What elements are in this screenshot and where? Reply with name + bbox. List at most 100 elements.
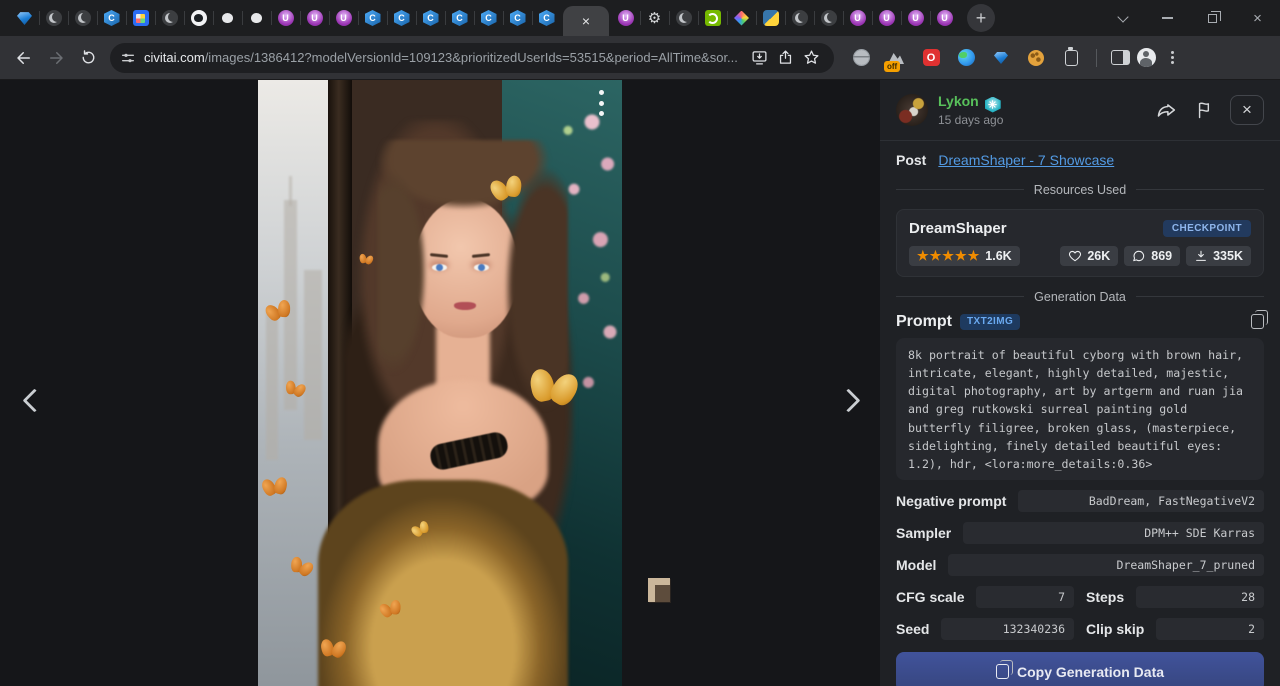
gear-favicon-tab[interactable]: ⚙ [640, 4, 669, 32]
sampler-row: Sampler DPM++ SDE Karras [896, 522, 1264, 544]
heart-icon [1068, 249, 1082, 263]
globe-icon [853, 49, 870, 66]
forward-button[interactable] [40, 42, 72, 74]
share-page-button[interactable] [772, 45, 798, 71]
prompt-text[interactable]: 8k portrait of beautiful cyborg with bro… [896, 338, 1264, 480]
address-bar[interactable]: civitai.com/images/1386412?modelVersionI… [110, 43, 834, 73]
minimize-button[interactable] [1145, 0, 1190, 36]
bookmark-button[interactable] [798, 45, 824, 71]
red-o-icon [923, 49, 940, 66]
report-button[interactable] [1192, 97, 1218, 123]
copy-prompt-icon[interactable] [1251, 314, 1264, 329]
new-tab-button[interactable]: + [967, 4, 995, 32]
rating-chip[interactable]: ★★★★★ 1.6K [909, 246, 1020, 266]
prism-favicon-tab[interactable] [727, 4, 756, 32]
uhex-favicon-tab[interactable] [930, 4, 959, 32]
likes-chip[interactable]: 26K [1060, 246, 1118, 266]
github-favicon-tab[interactable] [184, 4, 213, 32]
uhex-favicon-tab[interactable] [300, 4, 329, 32]
civitai-favicon-tab[interactable] [416, 4, 445, 32]
earth-extension-button[interactable] [953, 45, 979, 71]
copy-generation-data-button[interactable]: Copy Generation Data [896, 652, 1264, 686]
clipboard-extension-button[interactable] [1058, 45, 1084, 71]
civitai-favicon-tab[interactable] [445, 4, 474, 32]
swirl-favicon-icon [821, 10, 837, 26]
steps-value[interactable]: 28 [1136, 586, 1264, 608]
next-image-button[interactable] [828, 376, 876, 424]
uhex-favicon-tab[interactable] [872, 4, 901, 32]
amber-off-extension-button[interactable]: off [883, 45, 909, 71]
install-app-button[interactable] [746, 45, 772, 71]
uhex-favicon-icon [278, 10, 294, 26]
cookie-extension-button[interactable] [1023, 45, 1049, 71]
sampler-value[interactable]: DPM++ SDE Karras [963, 522, 1264, 544]
close-panel-button[interactable]: × [1230, 95, 1264, 125]
clip-skip-value[interactable]: 2 [1156, 618, 1264, 640]
user-avatar[interactable] [896, 94, 928, 126]
model-value[interactable]: DreamShaper_7_pruned [948, 554, 1264, 576]
uhex-favicon-tab[interactable] [271, 4, 300, 32]
tab-close-icon[interactable]: × [582, 14, 590, 28]
earth-icon [958, 49, 975, 66]
gem-favicon-tab[interactable] [10, 4, 39, 32]
civitai-favicon-tab[interactable] [97, 4, 126, 32]
downloads-chip[interactable]: 335K [1186, 246, 1251, 266]
back-button[interactable] [8, 42, 40, 74]
civitai-favicon-icon [452, 10, 468, 26]
resource-card[interactable]: DreamShaper CHECKPOINT ★★★★★ 1.6K 26K 86… [896, 209, 1264, 277]
uhex-favicon-icon [307, 10, 323, 26]
civitai-favicon-tab[interactable] [503, 4, 532, 32]
side-panel-button[interactable] [1107, 45, 1133, 71]
cfg-scale-value[interactable]: 7 [976, 586, 1074, 608]
python-favicon-tab[interactable] [756, 4, 785, 32]
seed-value[interactable]: 132340236 [941, 618, 1074, 640]
browser-menu-button[interactable] [1159, 45, 1185, 71]
comments-chip[interactable]: 869 [1124, 246, 1180, 266]
chevron-right-icon [836, 388, 860, 412]
image-options-menu-button[interactable] [592, 88, 610, 118]
uhex-favicon-icon [336, 10, 352, 26]
civitai-favicon-tab[interactable] [387, 4, 416, 32]
uhex-favicon-tab[interactable] [611, 4, 640, 32]
swirl-favicon-tab[interactable] [39, 4, 68, 32]
back-arrow-icon [15, 49, 33, 67]
swirl-favicon-tab[interactable] [669, 4, 698, 32]
github-outline-favicon-tab[interactable] [242, 4, 271, 32]
swirl-favicon-tab[interactable] [814, 4, 843, 32]
github-outline-favicon-tab[interactable] [213, 4, 242, 32]
tab-search-button[interactable] [1100, 0, 1145, 36]
url-text[interactable]: civitai.com/images/1386412?modelVersionI… [144, 50, 746, 65]
post-link[interactable]: DreamShaper - 7 Showcase [938, 152, 1114, 168]
swirl-favicon-tab[interactable] [68, 4, 97, 32]
civitai-favicon-tab[interactable] [358, 4, 387, 32]
profile-button[interactable] [1133, 45, 1159, 71]
bookmark-star-icon [803, 49, 820, 66]
reload-button[interactable] [72, 42, 104, 74]
profile-avatar-icon [1137, 48, 1156, 67]
uhex-favicon-tab[interactable] [843, 4, 872, 32]
share-button[interactable] [1154, 97, 1180, 123]
civitai-favicon-tab[interactable] [532, 4, 561, 32]
negative-prompt-value[interactable]: BadDream, FastNegativeV2 [1018, 490, 1264, 512]
store-favicon-tab[interactable] [126, 4, 155, 32]
previous-image-button[interactable] [6, 376, 54, 424]
nvidia-favicon-tab[interactable] [698, 4, 727, 32]
extensions-row: off [848, 45, 1084, 71]
gem-small-extension-button[interactable] [988, 45, 1014, 71]
restore-button[interactable] [1190, 0, 1235, 36]
uhex-favicon-tab[interactable] [901, 4, 930, 32]
close-window-button[interactable]: × [1235, 0, 1280, 36]
uhex-favicon-tab[interactable] [329, 4, 358, 32]
username-link[interactable]: Lykon [938, 93, 979, 111]
active-tab[interactable]: × [563, 6, 609, 36]
likes-count: 26K [1087, 249, 1110, 263]
sampler-label: Sampler [896, 525, 951, 541]
globe-extension-button[interactable] [848, 45, 874, 71]
prism-favicon-icon [734, 11, 749, 26]
swirl-favicon-tab[interactable] [155, 4, 184, 32]
civitai-favicon-tab[interactable] [474, 4, 503, 32]
resource-name[interactable]: DreamShaper [909, 220, 1007, 237]
site-settings-icon[interactable] [120, 50, 136, 66]
swirl-favicon-tab[interactable] [785, 4, 814, 32]
red-o-extension-button[interactable] [918, 45, 944, 71]
